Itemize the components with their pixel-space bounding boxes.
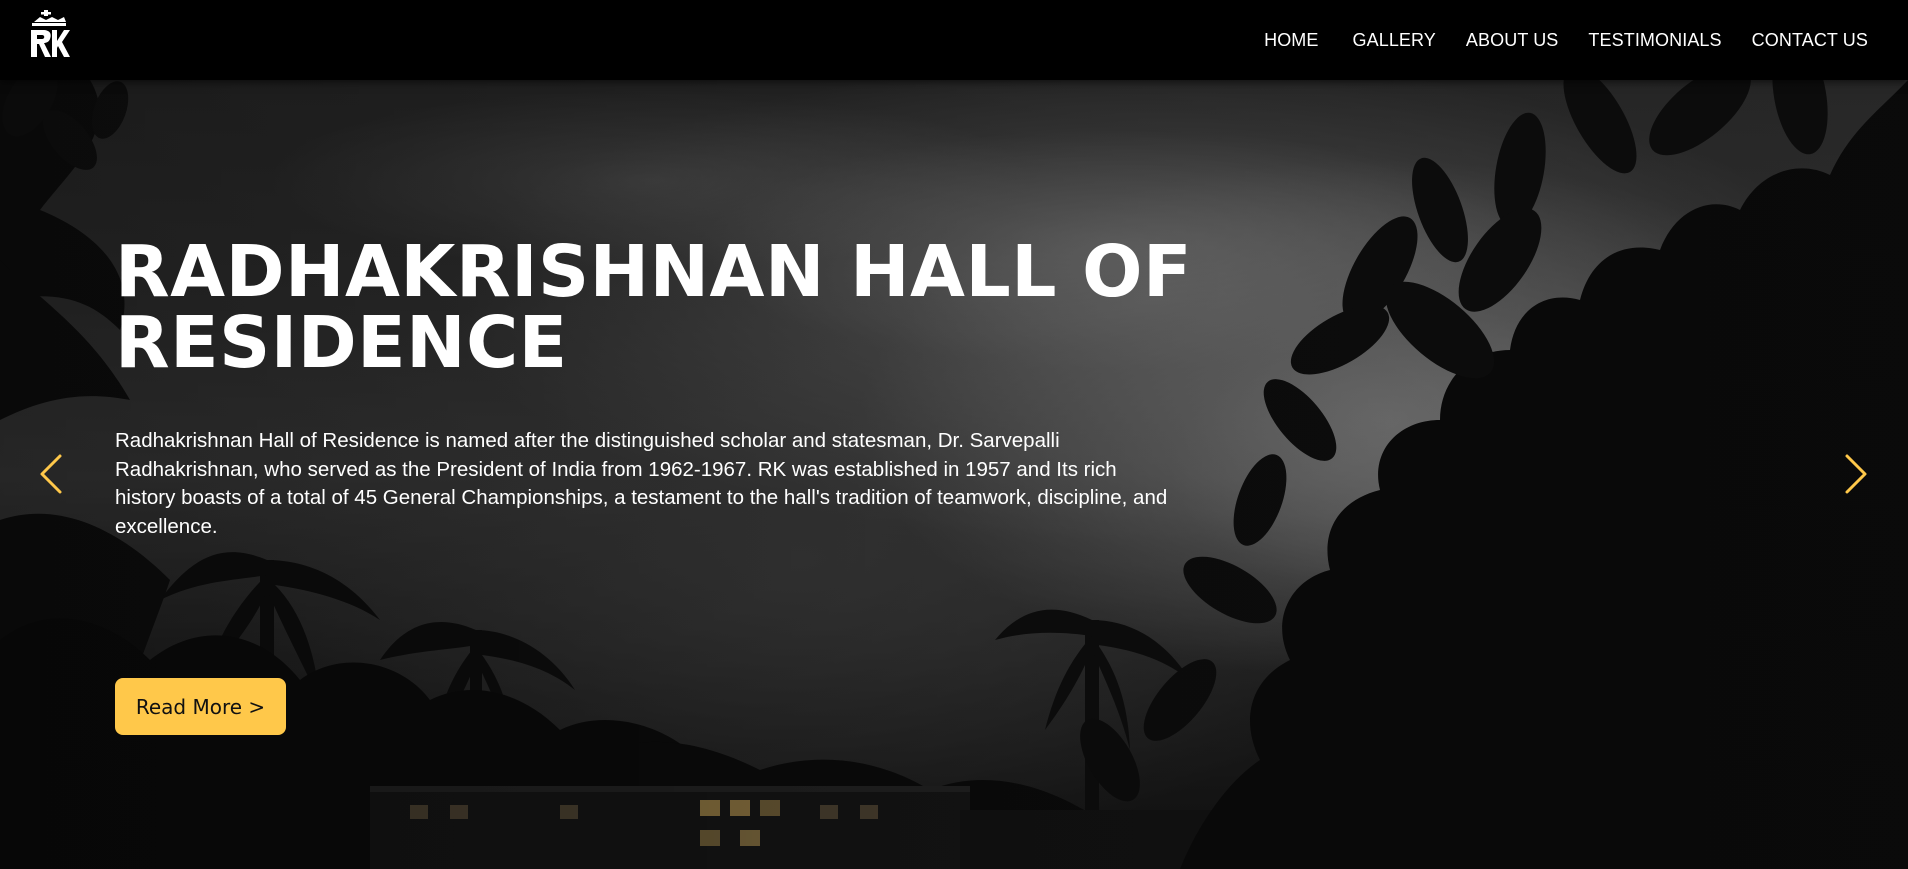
nav-home[interactable]: HOME: [1264, 0, 1318, 80]
hero-description: Radhakrishnan Hall of Residence is named…: [115, 429, 1168, 538]
rk-crest-logo-icon[interactable]: [26, 8, 72, 62]
hero-title: RADHAKRISHNAN HALL OF RESIDENCE: [115, 230, 1193, 384]
nav-testimonials[interactable]: TESTIMONIALS: [1588, 0, 1721, 80]
nav-contact-us[interactable]: CONTACT US: [1752, 0, 1868, 80]
chevron-left-icon[interactable]: [38, 453, 64, 495]
chevron-right-icon[interactable]: [1843, 453, 1869, 495]
main-navigation: HOME GALLERY ABOUT US TESTIMONIALS CONTA…: [1230, 0, 1868, 80]
nav-gallery[interactable]: GALLERY: [1353, 0, 1436, 80]
read-more-button[interactable]: Read More >: [115, 678, 286, 735]
navbar: HOME GALLERY ABOUT US TESTIMONIALS CONTA…: [0, 0, 1908, 80]
page: HOME GALLERY ABOUT US TESTIMONIALS CONTA…: [0, 0, 1908, 869]
nav-about-us[interactable]: ABOUT US: [1466, 0, 1559, 80]
